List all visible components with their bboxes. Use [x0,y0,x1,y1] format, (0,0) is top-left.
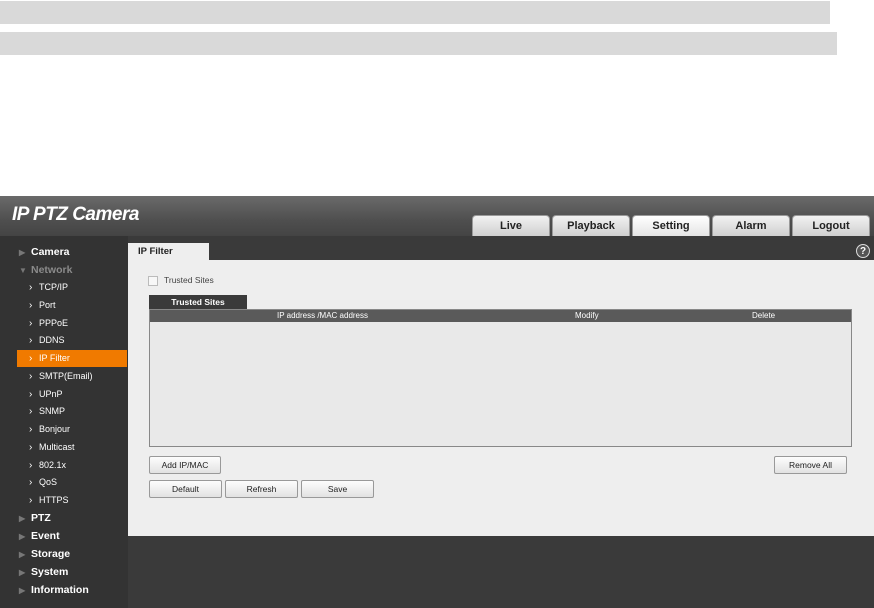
sidebar-item-https[interactable]: › HTTPS [0,492,128,509]
refresh-button[interactable]: Refresh [225,480,298,498]
expand-triangle-icon: ▶ [19,532,26,541]
chevron-right-icon: › [29,477,33,488]
sidebar-item-label: TCP/IP [39,282,69,292]
column-header-delete: Delete [752,311,776,320]
sidebar-item-tcpip[interactable]: › TCP/IP [0,279,128,296]
sidebar-item-label: SMTP(Email) [39,371,93,381]
trusted-sites-label: Trusted Sites [164,275,214,285]
sidebar-item-multicast[interactable]: › Multicast [0,439,128,456]
chevron-right-icon: › [29,353,33,364]
sidebar-item-label: Network [31,264,73,276]
sidebar-item-storage[interactable]: ▶ Storage [0,546,128,563]
sidebar-item-label: UPnP [39,389,63,399]
expand-triangle-icon: ▶ [19,550,26,559]
chevron-right-icon: › [29,389,33,400]
tab-live[interactable]: Live [472,215,550,236]
help-icon[interactable]: ? [856,244,870,258]
sidebar-item-label: Storage [31,548,71,560]
chevron-right-icon: › [29,371,33,382]
sidebar-item-label: Multicast [39,442,75,452]
sidebar-item-label: HTTPS [39,495,69,505]
table-header: IP address /MAC address Modify Delete [150,310,851,322]
sidebar-item-snmp[interactable]: › SNMP [0,403,128,420]
column-header-modify: Modify [575,311,599,320]
sidebar-item-event[interactable]: ▶ Event [0,528,128,545]
blank-bar-top [0,1,830,24]
chevron-right-icon: › [29,282,33,293]
sidebar-item-bonjour[interactable]: › Bonjour [0,421,128,438]
collapse-triangle-icon: ▼ [19,266,27,275]
chevron-right-icon: › [29,460,33,471]
tab-playback[interactable]: Playback [552,215,630,236]
content-panel: IP Filter ? Trusted Sites Trusted Sites … [128,236,874,536]
sidebar-item-label: SNMP [39,406,66,416]
remove-all-button[interactable]: Remove All [774,456,847,474]
expand-triangle-icon: ▶ [19,514,26,523]
sidebar-item-information[interactable]: ▶ Information [0,582,128,599]
tab-alarm[interactable]: Alarm [712,215,790,236]
sidebar-item-label: Information [31,584,89,596]
app-title: IP PTZ Camera [12,204,139,225]
chevron-right-icon: › [29,335,33,346]
sidebar-item-label: Camera [31,246,70,258]
sidebar-item-pppoe[interactable]: › PPPoE [0,315,128,332]
add-ip-mac-button[interactable]: Add IP/MAC [149,456,221,474]
sidebar-item-label: System [31,566,69,578]
sidebar-item-ddns[interactable]: › DDNS [0,332,128,349]
tab-logout[interactable]: Logout [792,215,870,236]
tab-setting[interactable]: Setting [632,215,710,236]
sidebar-item-smtp[interactable]: › SMTP(Email) [0,368,128,385]
sidebar-item-network[interactable]: ▼ Network [0,262,128,279]
tab-ip-filter[interactable]: IP Filter [128,243,209,261]
sidebar-item-label: DDNS [39,335,65,345]
sidebar-item-label: Event [31,530,60,542]
trusted-sites-checkbox[interactable] [148,275,158,286]
sidebar-item-8021x[interactable]: › 802.1x [0,457,128,474]
chevron-right-icon: › [29,442,33,453]
sidebar-item-camera[interactable]: ▶ Camera [0,244,128,261]
content-tabbar: IP Filter ? [128,236,874,261]
sidebar-item-ptz[interactable]: ▶ PTZ [0,510,128,527]
sidebar-item-label: PTZ [31,512,51,524]
expand-triangle-icon: ▶ [19,248,26,257]
sidebar-item-ip-filter[interactable]: › IP Filter [17,350,127,367]
chevron-right-icon: › [29,406,33,417]
chevron-right-icon: › [29,495,33,506]
tab-trusted-sites[interactable]: Trusted Sites [149,295,247,309]
chevron-right-icon: › [29,424,33,435]
sidebar-item-upnp[interactable]: › UPnP [0,386,128,403]
sidebar-item-system[interactable]: ▶ System [0,564,128,581]
blank-bar-second [0,32,837,55]
chevron-right-icon: › [29,300,33,311]
header: IP PTZ Camera Live Playback Setting Alar… [0,196,874,236]
sidebar: ▶ Camera ▼ Network › TCP/IP › Port › PPPoE … [0,236,128,608]
chevron-right-icon: › [29,318,33,329]
sidebar-item-label: Bonjour [39,424,71,434]
save-button[interactable]: Save [301,480,374,498]
trusted-sites-table: IP address /MAC address Modify Delete [149,309,852,447]
sidebar-item-label: IP Filter [39,353,70,363]
trusted-sites-row: Trusted Sites [148,275,214,286]
camera-web-ui: IP PTZ Camera Live Playback Setting Alar… [0,196,874,608]
sidebar-item-label: Port [39,300,56,310]
sidebar-item-qos[interactable]: › QoS [0,474,128,491]
sidebar-item-port[interactable]: › Port [0,297,128,314]
default-button[interactable]: Default [149,480,222,498]
sidebar-item-label: QoS [39,477,58,487]
sidebar-item-label: 802.1x [39,460,67,470]
expand-triangle-icon: ▶ [19,568,26,577]
expand-triangle-icon: ▶ [19,586,26,595]
sidebar-item-label: PPPoE [39,318,69,328]
column-header-address: IP address /MAC address [277,311,369,320]
